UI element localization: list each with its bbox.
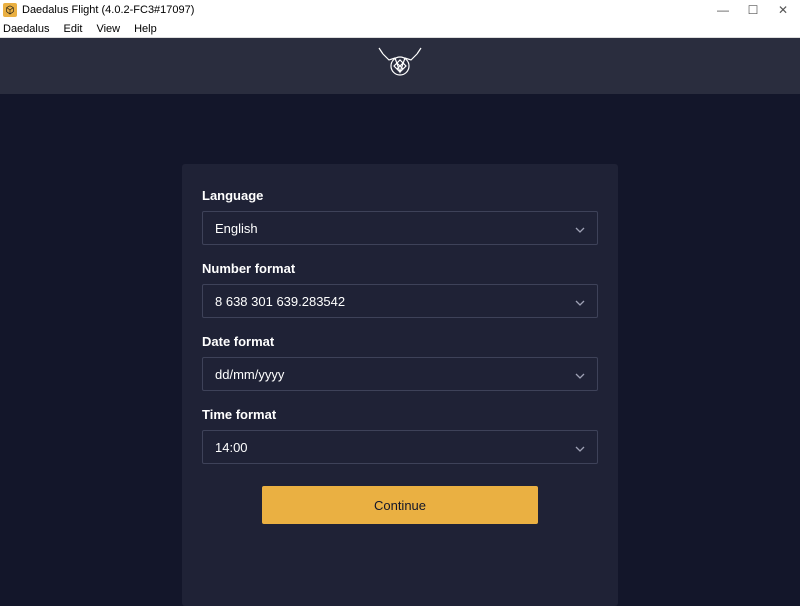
language-value: English xyxy=(215,221,575,236)
time-format-select[interactable]: 14:00 xyxy=(202,430,598,464)
daedalus-logo-icon xyxy=(5,5,15,15)
maximize-button[interactable]: ☐ xyxy=(747,3,759,17)
menu-view[interactable]: View xyxy=(96,23,120,35)
setup-panel: Language English Number format 8 638 301… xyxy=(182,164,618,606)
number-format-select[interactable]: 8 638 301 639.283542 xyxy=(202,284,598,318)
time-format-label: Time format xyxy=(202,407,598,422)
date-format-select[interactable]: dd/mm/yyyy xyxy=(202,357,598,391)
number-format-value: 8 638 301 639.283542 xyxy=(215,294,575,309)
menu-help[interactable]: Help xyxy=(134,23,157,35)
chevron-down-icon xyxy=(575,367,585,382)
continue-button[interactable]: Continue xyxy=(262,486,538,524)
language-label: Language xyxy=(202,188,598,203)
date-format-value: dd/mm/yyyy xyxy=(215,367,575,382)
content-area: Language English Number format 8 638 301… xyxy=(0,94,800,606)
date-format-field: Date format dd/mm/yyyy xyxy=(202,334,598,391)
number-format-field: Number format 8 638 301 639.283542 xyxy=(202,261,598,318)
header-banner xyxy=(0,38,800,94)
time-format-value: 14:00 xyxy=(215,440,575,455)
window-controls: — ☐ ✕ xyxy=(717,3,797,17)
chevron-down-icon xyxy=(575,294,585,309)
app-icon xyxy=(3,3,17,17)
time-format-field: Time format 14:00 xyxy=(202,407,598,464)
menu-daedalus[interactable]: Daedalus xyxy=(3,23,49,35)
menubar: Daedalus Edit View Help xyxy=(0,20,800,38)
language-select[interactable]: English xyxy=(202,211,598,245)
window-title: Daedalus Flight (4.0.2-FC3#17097) xyxy=(22,4,717,16)
language-field: Language English xyxy=(202,188,598,245)
menu-edit[interactable]: Edit xyxy=(63,23,82,35)
chevron-down-icon xyxy=(575,440,585,455)
close-button[interactable]: ✕ xyxy=(777,3,789,17)
number-format-label: Number format xyxy=(202,261,598,276)
daedalus-hero-logo-icon xyxy=(375,46,425,86)
chevron-down-icon xyxy=(575,221,585,236)
window-titlebar: Daedalus Flight (4.0.2-FC3#17097) — ☐ ✕ xyxy=(0,0,800,20)
minimize-button[interactable]: — xyxy=(717,3,729,17)
date-format-label: Date format xyxy=(202,334,598,349)
